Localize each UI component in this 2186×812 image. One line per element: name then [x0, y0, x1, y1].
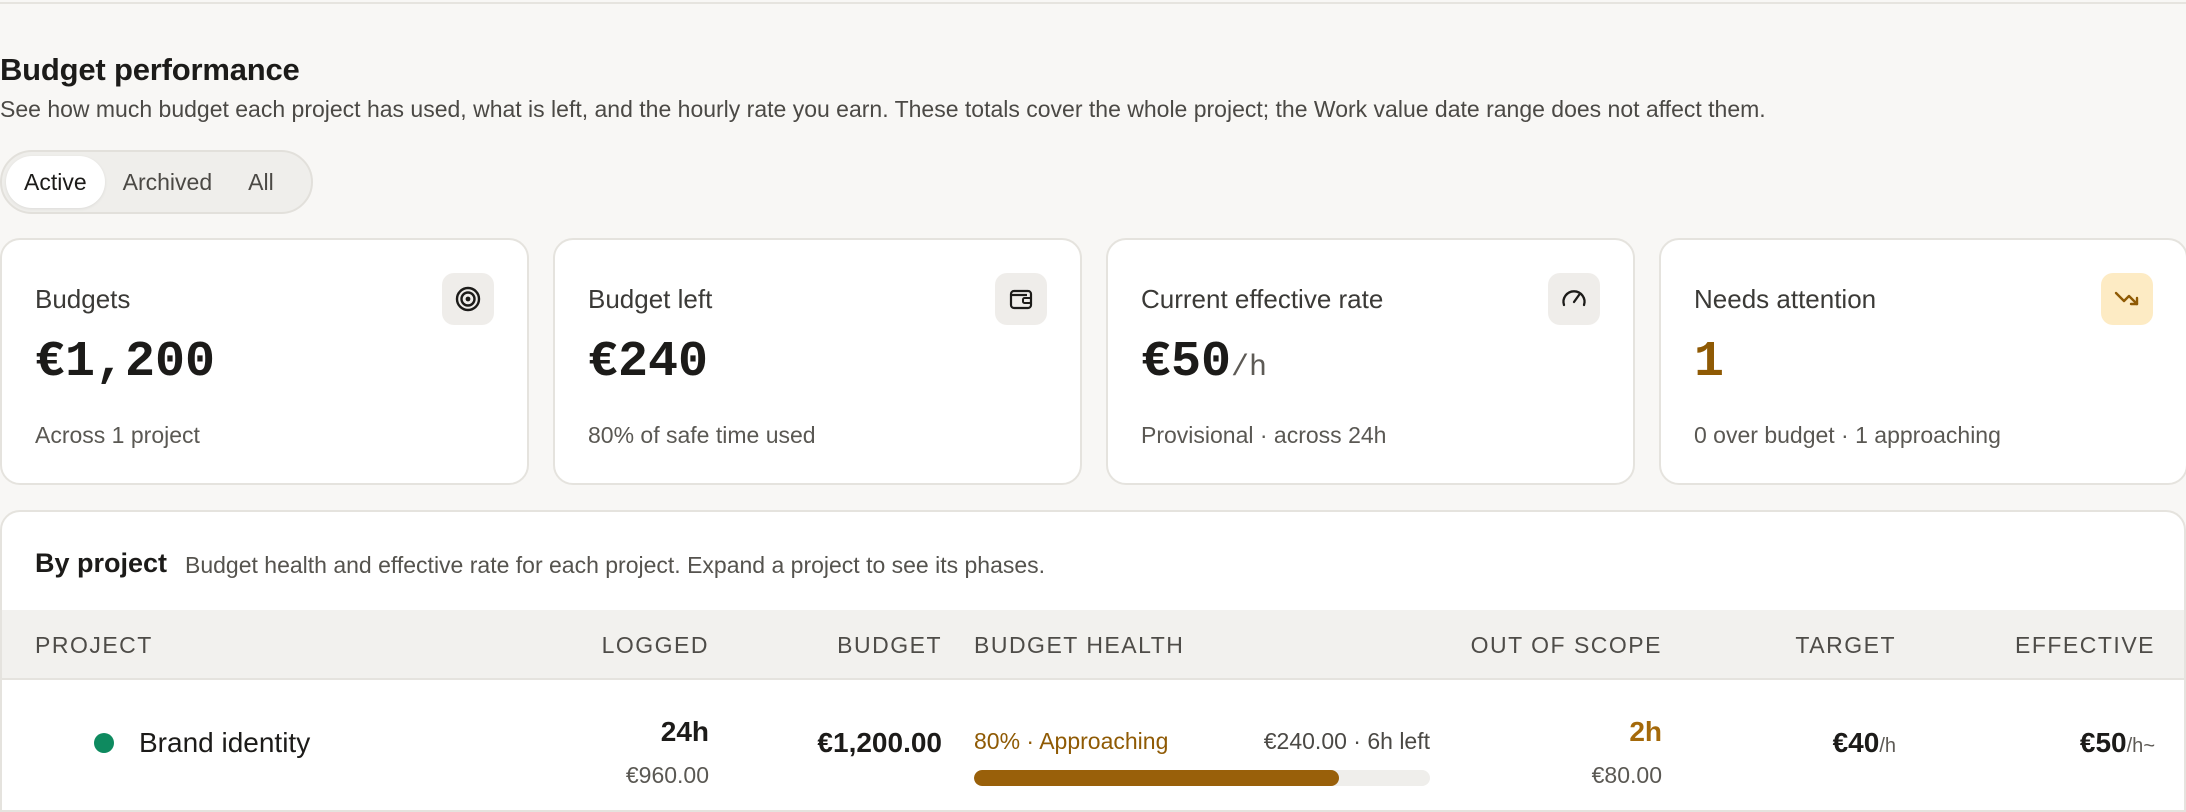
card-label: Budget left	[588, 284, 713, 314]
page-title: Budget performance	[0, 52, 300, 87]
health-remaining: €240.00 · 6h left	[1263, 728, 1430, 754]
filter-tab-active[interactable]: Active	[6, 156, 105, 208]
card-subtext: 0 over budget · 1 approaching	[1694, 422, 2001, 448]
trending-down-icon	[2101, 273, 2153, 325]
column-header-out-of-scope[interactable]: OUT OF SCOPE	[1471, 632, 1662, 659]
effective-rate: €50/h~	[2079, 727, 2155, 758]
filter-tab-archived[interactable]: Archived	[105, 156, 230, 208]
filter-tab-all[interactable]: All	[230, 156, 292, 208]
budgets-card: Budgets €1,200 Across 1 project	[0, 238, 529, 485]
page-description: See how much budget each project has use…	[0, 96, 1766, 122]
by-project-panel: By project Budget health and effective r…	[0, 510, 2186, 812]
table-header: PROJECT LOGGED BUDGET BUDGET HEALTH OUT …	[2, 610, 2184, 680]
card-subtext: Provisional · across 24h	[1141, 422, 1387, 448]
column-header-logged[interactable]: LOGGED	[602, 632, 709, 659]
project-name[interactable]: Brand identity	[139, 727, 310, 759]
budget-health-bar	[974, 770, 1430, 786]
column-header-budget-health[interactable]: BUDGET HEALTH	[974, 632, 1184, 659]
card-label: Budgets	[35, 284, 131, 314]
card-value: €240	[588, 334, 709, 391]
column-header-effective[interactable]: EFFECTIVE	[2015, 632, 2155, 659]
budget-health-bar-fill	[974, 770, 1339, 786]
column-header-target[interactable]: TARGET	[1795, 632, 1896, 659]
card-value: €50/h	[1141, 334, 1268, 391]
card-subtext: Across 1 project	[35, 422, 200, 448]
gauge-icon	[1548, 273, 1600, 325]
table-row[interactable]: Brand identity 24h €960.00 €1,200.00 80%…	[2, 682, 2184, 810]
budget-amount: €1,200.00	[817, 727, 942, 758]
budget-left-card: Budget left €240 80% of safe time used	[553, 238, 1082, 485]
out-of-scope-hours: 2h	[1629, 716, 1662, 747]
card-value: 1	[1694, 334, 1725, 391]
column-header-budget[interactable]: BUDGET	[837, 632, 942, 659]
target-rate: €40/h	[1832, 727, 1896, 758]
health-status-label: 80% · Approaching	[974, 728, 1169, 754]
target-icon	[442, 273, 494, 325]
top-divider	[0, 0, 2186, 4]
logged-value: €960.00	[625, 762, 709, 788]
panel-description: Budget health and effective rate for eac…	[185, 552, 1046, 578]
card-subtext: 80% of safe time used	[588, 422, 816, 448]
card-label: Current effective rate	[1141, 284, 1384, 314]
panel-title: By project	[35, 548, 168, 578]
wallet-icon	[995, 273, 1047, 325]
effective-rate-card: Current effective rate €50/h Provisional…	[1106, 238, 1635, 485]
card-label: Needs attention	[1694, 284, 1877, 314]
column-header-project[interactable]: PROJECT	[35, 632, 153, 659]
project-color-dot	[94, 733, 114, 753]
needs-attention-card: Needs attention 1 0 over budget · 1 appr…	[1659, 238, 2186, 485]
logged-hours: 24h	[660, 716, 709, 747]
card-value: €1,200	[35, 334, 216, 391]
status-filter-segmented-control: Active Archived All	[0, 150, 313, 214]
out-of-scope-value: €80.00	[1591, 762, 1662, 788]
budget-performance-page: Budget performance See how much budget e…	[0, 0, 2186, 812]
